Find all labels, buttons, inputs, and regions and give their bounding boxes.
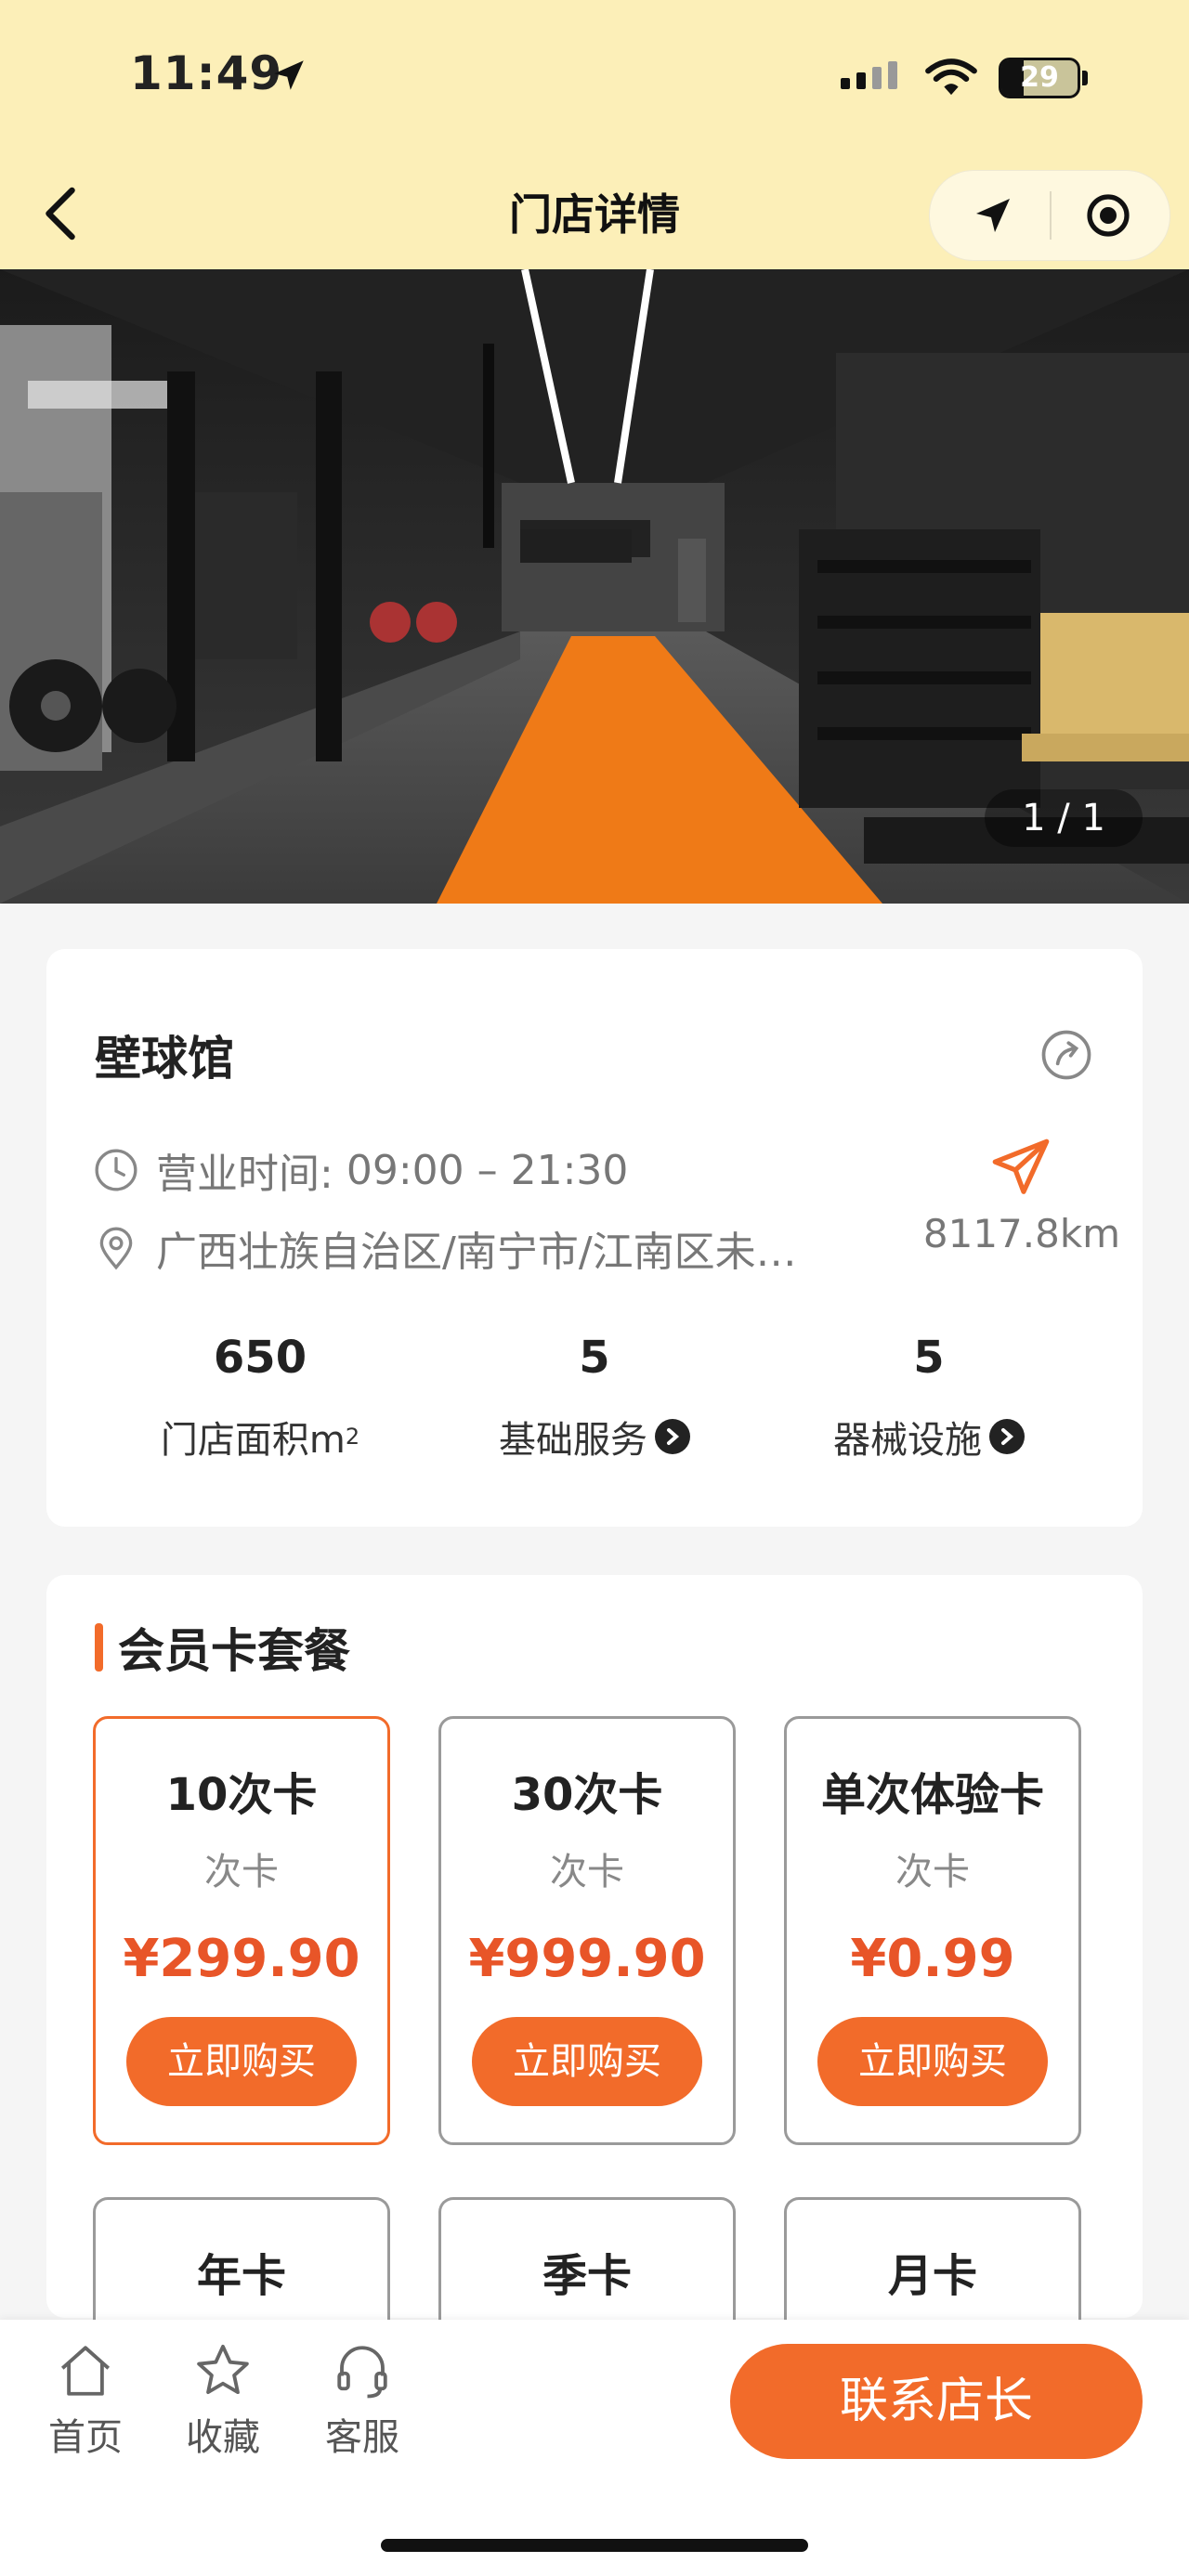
battery-percent: 29 (1020, 61, 1059, 94)
battery-icon: 29 (999, 58, 1080, 98)
packages-title: 会员卡套餐 (118, 1624, 350, 1678)
buy-now-button[interactable]: 立即购买 (817, 2017, 1048, 2106)
package-price: ¥299.90 (123, 1929, 360, 1989)
package-card[interactable]: 单次体验卡 次卡 ¥0.99 立即购买 (784, 1716, 1081, 2145)
stat-equipment[interactable]: 5 器械设施 (752, 1332, 1105, 1464)
star-icon (197, 2344, 249, 2395)
package-name: 季卡 (542, 2250, 632, 2302)
bottom-action-bar: 首页 收藏 客服 联系店长 (0, 2320, 1189, 2576)
area-unit-superscript: 2 (345, 1424, 360, 1450)
buy-now-button[interactable]: 立即购买 (472, 2017, 702, 2106)
tab-label: 客服 (325, 2416, 399, 2459)
map-pin-icon (99, 1227, 133, 1270)
address-text: 广西壮族自治区/南宁市/江南区未… (156, 1229, 797, 1276)
nav-bar: 门店详情 (0, 158, 1189, 269)
package-card[interactable]: 10次卡 次卡 ¥299.90 立即购买 (93, 1716, 390, 2145)
tab-customer-service[interactable]: 客服 (307, 2340, 418, 2461)
area-label: 门店面积m (160, 1419, 346, 1462)
location-icon[interactable] (971, 193, 1015, 238)
capsule-divider (1050, 191, 1052, 240)
package-card[interactable]: 30次卡 次卡 ¥999.90 立即购买 (438, 1716, 736, 2145)
share-icon[interactable] (1040, 1029, 1092, 1081)
store-photo-gallery[interactable]: 1 / 1 (0, 269, 1189, 904)
chevron-right-icon (989, 1419, 1025, 1454)
home-indicator (381, 2539, 808, 2552)
hours-label: 营业时间: (156, 1151, 333, 1198)
distance: 8117.8km (922, 1211, 1121, 1256)
tab-favorites[interactable]: 收藏 (167, 2340, 279, 2461)
package-type: 次卡 (895, 1851, 970, 1893)
store-name: 壁球馆 (95, 1032, 234, 1086)
basic-services-value: 5 (579, 1332, 610, 1384)
headset-icon (337, 2346, 387, 2399)
location-arrow-icon (274, 60, 304, 90)
navigate-icon[interactable] (988, 1135, 1053, 1200)
stat-basic-services[interactable]: 5 基础服务 (418, 1332, 771, 1464)
wifi-icon (925, 59, 977, 96)
basic-services-label: 基础服务 (499, 1419, 647, 1462)
stat-area: 650 门店面积m 2 (84, 1332, 437, 1464)
store-address: 广西壮族自治区/南宁市/江南区未… (93, 1218, 892, 1278)
tab-home[interactable]: 首页 (30, 2340, 141, 2461)
miniprogram-capsule (929, 170, 1170, 261)
chevron-right-icon (655, 1419, 690, 1454)
membership-packages-card: 会员卡套餐 10次卡 次卡 ¥299.90 立即购买 30次卡 次卡 ¥999.… (46, 1575, 1143, 2383)
business-hours: 营业时间: 09:00 – 21:30 (93, 1140, 628, 1200)
tab-label: 首页 (48, 2416, 123, 2459)
package-name: 10次卡 (165, 1769, 318, 1821)
package-price: ¥999.90 (468, 1929, 706, 1989)
hours-value: 09:00 – 21:30 (346, 1146, 629, 1194)
package-name: 年卡 (196, 2250, 286, 2302)
title-accent-bar (95, 1623, 103, 1672)
package-price: ¥0.99 (850, 1929, 1015, 1989)
equipment-value: 5 (913, 1332, 945, 1384)
tab-label: 收藏 (186, 2416, 260, 2459)
battery-tip (1082, 71, 1088, 85)
area-value: 650 (213, 1332, 307, 1384)
package-name: 30次卡 (511, 1769, 663, 1821)
package-type: 次卡 (550, 1851, 624, 1893)
close-target-icon[interactable] (1086, 193, 1130, 238)
store-info-card: 壁球馆 营业时间: 09:00 – 21:30 广西壮族自治区/南宁市/江南区未… (46, 949, 1143, 1527)
section-title: 会员卡套餐 (95, 1614, 350, 1681)
contact-manager-button[interactable]: 联系店长 (730, 2344, 1143, 2459)
package-name: 月卡 (887, 2250, 977, 2302)
package-name: 单次体验卡 (820, 1769, 1044, 1821)
equipment-label: 器械设施 (833, 1419, 982, 1462)
status-time: 11:49 (130, 46, 283, 100)
home-icon (60, 2346, 111, 2396)
status-bar: 11:49 29 (0, 0, 1189, 158)
cellular-signal-icon (841, 61, 897, 89)
gallery-counter: 1 / 1 (985, 789, 1143, 847)
buy-now-button[interactable]: 立即购买 (126, 2017, 357, 2106)
clock-icon (95, 1149, 137, 1191)
package-type: 次卡 (204, 1851, 279, 1893)
